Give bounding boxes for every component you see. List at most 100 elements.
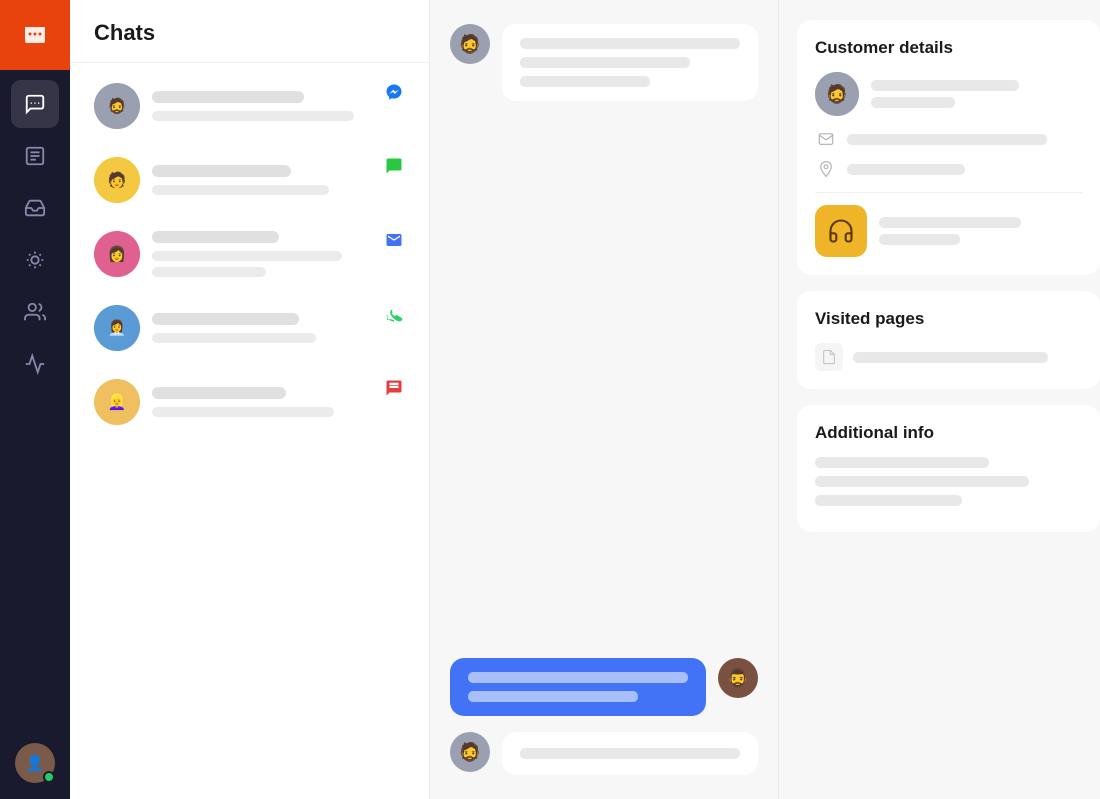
- message-row: 🧔‍♂️: [450, 658, 758, 716]
- chat-info: [152, 231, 405, 277]
- customer-email-row: [815, 128, 1082, 150]
- visited-pages-card: Visited pages: [797, 291, 1100, 389]
- sidebar: 👤: [0, 0, 70, 799]
- customer-email: [847, 134, 1047, 145]
- conversation-panel: 🧔 🧔‍♂️ 🧔: [430, 0, 778, 799]
- inbox-icon: [24, 197, 46, 219]
- document-icon: [815, 343, 843, 371]
- customer-text-info: [871, 80, 1082, 108]
- channel-badge-imessage: [383, 155, 405, 177]
- chat-info: [152, 91, 405, 121]
- chat-item[interactable]: 👱‍♀️: [82, 367, 417, 437]
- channel-badge-email: [383, 229, 405, 251]
- customer-sub: [871, 97, 955, 108]
- sidebar-bottom: 👤: [15, 743, 55, 799]
- chat-message: [152, 333, 316, 343]
- customer-name: [871, 80, 1019, 91]
- visited-page-item: [815, 343, 1082, 371]
- headphone-icon: [815, 205, 867, 257]
- chat-name: [152, 91, 304, 103]
- conversation-spacer: [450, 117, 758, 642]
- customer-info-row: 🧔: [815, 72, 1082, 116]
- customer-details-card: Customer details 🧔: [797, 20, 1100, 275]
- message-row: 🧔: [450, 24, 758, 101]
- reports-icon: [24, 353, 46, 375]
- chat-bubble-icon: [24, 93, 46, 115]
- chat-list: 🧔 🧑: [70, 63, 429, 799]
- message-row: 🧔: [450, 732, 758, 775]
- main-content: Chats 🧔 🧑: [70, 0, 1100, 799]
- sidebar-item-chats[interactable]: [11, 80, 59, 128]
- email-icon: [815, 128, 837, 150]
- headphone-app-sub: [879, 234, 960, 245]
- customer-details-title: Customer details: [815, 38, 1082, 58]
- additional-info-title: Additional info: [815, 423, 1082, 443]
- customer-location: [847, 164, 965, 175]
- message-text-line: [520, 38, 740, 49]
- divider: [815, 192, 1082, 193]
- sidebar-item-contacts[interactable]: [11, 288, 59, 336]
- message-avatar: 🧔‍♂️: [718, 658, 758, 698]
- chat-info: [152, 313, 405, 343]
- contacts-icon: [24, 301, 46, 323]
- chat-item[interactable]: 👩: [82, 219, 417, 289]
- customer-location-row: [815, 158, 1082, 180]
- chat-message: [152, 251, 342, 261]
- sidebar-item-tickets[interactable]: [11, 132, 59, 180]
- chat-list-panel: Chats 🧔 🧑: [70, 0, 430, 799]
- location-icon: [815, 158, 837, 180]
- additional-info-field: [815, 476, 1029, 487]
- chat-item[interactable]: 🧑: [82, 145, 417, 215]
- sidebar-item-campaigns[interactable]: [11, 236, 59, 284]
- channel-badge-sms: [383, 377, 405, 399]
- avatar: 👩‍💼: [94, 305, 140, 351]
- user-avatar[interactable]: 👤: [15, 743, 55, 783]
- chat-item[interactable]: 👩‍💼: [82, 293, 417, 363]
- message-text-line: [520, 57, 690, 68]
- message-text-line: [468, 691, 638, 702]
- logo[interactable]: [0, 0, 70, 70]
- additional-info-field: [815, 457, 989, 468]
- sidebar-item-reports[interactable]: [11, 340, 59, 388]
- chat-info: [152, 165, 405, 195]
- visited-pages-title: Visited pages: [815, 309, 1082, 329]
- chat-message-2: [152, 267, 266, 277]
- list-icon: [24, 145, 46, 167]
- online-indicator: [43, 771, 55, 783]
- chat-message: [152, 185, 329, 195]
- message-text-line: [468, 672, 688, 683]
- additional-info-field: [815, 495, 962, 506]
- message-avatar: 🧔: [450, 24, 490, 64]
- channel-badge-messenger: [383, 81, 405, 103]
- headphone-app-card: [815, 205, 1082, 257]
- chat-message: [152, 407, 334, 417]
- chat-info: [152, 387, 405, 417]
- avatar: 🧑: [94, 157, 140, 203]
- campaign-icon: [24, 249, 46, 271]
- additional-info-card: Additional info: [797, 405, 1100, 532]
- sidebar-item-inbox[interactable]: [11, 184, 59, 232]
- chat-name: [152, 313, 299, 325]
- avatar: 👱‍♀️: [94, 379, 140, 425]
- headphone-app-info: [879, 217, 1082, 245]
- message-avatar: 🧔: [450, 732, 490, 772]
- headphone-app-name: [879, 217, 1021, 228]
- chat-name: [152, 231, 279, 243]
- message-bubble: [502, 732, 758, 775]
- chat-name: [152, 165, 291, 177]
- message-bubble-sent: [450, 658, 706, 716]
- chat-item[interactable]: 🧔: [82, 71, 417, 141]
- channel-badge-whatsapp: [383, 303, 405, 325]
- avatar: 👩: [94, 231, 140, 277]
- avatar: 🧔: [94, 83, 140, 129]
- chat-message: [152, 111, 354, 121]
- message-text-line: [520, 76, 650, 87]
- page-title: Chats: [70, 0, 429, 63]
- message-text-line: [520, 748, 740, 759]
- chat-name: [152, 387, 286, 399]
- logo-icon: [19, 19, 51, 51]
- customer-avatar: 🧔: [815, 72, 859, 116]
- sidebar-nav: [11, 70, 59, 743]
- visited-page-url: [853, 352, 1048, 363]
- message-bubble: [502, 24, 758, 101]
